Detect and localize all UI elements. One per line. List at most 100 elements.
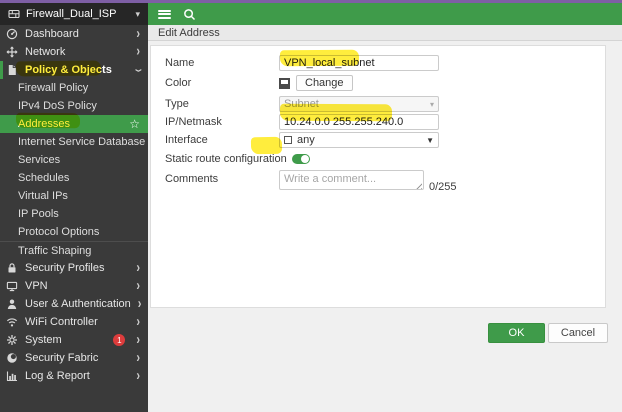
top-navbar (148, 3, 622, 25)
sidebar-subitem-label: Services (18, 154, 61, 166)
chevron-right-icon: › (136, 277, 140, 294)
ok-button[interactable]: OK (488, 323, 545, 343)
any-interface-icon (284, 136, 292, 144)
sidebar-item-label: WiFi Controller (25, 316, 98, 328)
sidebar-item-label: Dashboard (25, 28, 79, 40)
bar-chart-icon (6, 371, 17, 382)
comments-label: Comments (165, 173, 219, 185)
lock-icon (8, 263, 16, 273)
sidebar-item-network[interactable]: Network › (0, 43, 148, 61)
color-change-button[interactable]: Change (296, 75, 353, 91)
sidebar-subitem-ipv4-dos-policy[interactable]: IPv4 DoS Policy (0, 97, 148, 115)
gear-icon (7, 335, 17, 345)
sidebar-item-label: Network (25, 46, 66, 58)
sidebar-subitem-label: IPv4 DoS Policy (18, 100, 97, 112)
type-select: Subnet ▾ (279, 96, 439, 112)
interface-select[interactable]: any ▼ (279, 132, 439, 148)
sidebar-item-log-report[interactable]: Log & Report › (0, 367, 148, 385)
chevron-right-icon: › (136, 43, 140, 60)
sidebar-item-label: User & Authentication (25, 298, 131, 310)
sidebar-item-label: Policy & Objects (25, 64, 112, 76)
sidebar-item-label: System (25, 334, 62, 346)
fortigate-app-window: Firewall_Dual_ISP ▾ Dashboard › Network … (0, 0, 622, 412)
notification-badge: 1 (113, 334, 126, 346)
sidebar-item-wifi-controller[interactable]: WiFi Controller › (0, 313, 148, 331)
chevron-right-icon: › (137, 295, 142, 312)
sidebar-subitem-virtual-ips[interactable]: Virtual IPs (0, 187, 148, 205)
menu-icon[interactable] (158, 9, 171, 19)
sidebar-subitem-label: Virtual IPs (18, 190, 68, 202)
type-label: Type (165, 98, 189, 110)
user-icon (7, 299, 17, 309)
sidebar-subitem-ip-pools[interactable]: IP Pools (0, 205, 148, 223)
name-label: Name (165, 57, 195, 69)
chevron-down-icon: ▾ (429, 99, 434, 109)
sidebar-item-label: Security Profiles (25, 262, 105, 274)
document-icon (8, 65, 16, 75)
static-route-label: Static route configuration (165, 153, 287, 165)
fabric-icon (7, 353, 17, 363)
chevron-right-icon: › (136, 367, 140, 384)
edit-address-form: Name Color Change Type Subnet ▾ IP/ (150, 45, 606, 308)
type-value: Subnet (284, 98, 319, 110)
sidebar-subitem-internet-service-database[interactable]: Internet Service Database (0, 133, 148, 151)
sidebar-item-label: VPN (25, 280, 48, 292)
color-swatch-icon (279, 77, 290, 89)
breadcrumb: Edit Address (148, 25, 622, 41)
interface-label: Interface (165, 134, 208, 146)
sidebar-subitem-label: Firewall Policy (18, 82, 89, 94)
sidebar-item-security-profiles[interactable]: Security Profiles › (0, 259, 148, 277)
comments-counter: 0/255 (429, 181, 457, 193)
name-input[interactable] (279, 55, 439, 71)
sidebar-subitem-label: Traffic Shaping (18, 244, 92, 257)
sidebar-subitem-label: Schedules (18, 172, 70, 184)
sidebar-item-vpn[interactable]: VPN › (0, 277, 148, 295)
sidebar-item-dashboard[interactable]: Dashboard › (0, 25, 148, 43)
firewall-device-icon (8, 9, 20, 19)
content-area: Name Color Change Type Subnet ▾ IP/ (148, 41, 622, 412)
sidebar-subitem-firewall-policy[interactable]: Firewall Policy (0, 79, 148, 97)
vdom-selector[interactable]: Firewall_Dual_ISP ▾ (0, 3, 148, 25)
monitor-icon (6, 281, 18, 292)
sidebar-subitem-schedules[interactable]: Schedules (0, 169, 148, 187)
interface-value: any (297, 134, 315, 146)
vdom-label: Firewall_Dual_ISP (26, 8, 117, 20)
chevron-down-icon: › (131, 68, 147, 72)
star-outline-icon[interactable]: ☆ (129, 118, 140, 130)
wifi-icon (6, 318, 18, 327)
chevron-right-icon: › (136, 313, 140, 330)
sidebar-subitem-label: IP Pools (18, 208, 59, 220)
sidebar-item-security-fabric[interactable]: Security Fabric › (0, 349, 148, 367)
cancel-button[interactable]: Cancel (548, 323, 608, 343)
sidebar-item-policy-objects[interactable]: Policy & Objects › (0, 61, 148, 79)
gauge-icon (6, 28, 18, 40)
sidebar-subitem-addresses[interactable]: Addresses ☆ (0, 115, 148, 133)
sidebar-item-label: Log & Report (25, 370, 90, 382)
sidebar-subitem-label: Protocol Options (18, 226, 100, 238)
ip-netmask-label: IP/Netmask (165, 116, 222, 128)
comments-textarea[interactable] (279, 170, 424, 190)
sidebar-subitem-label: Addresses (18, 118, 70, 130)
chevron-right-icon: › (136, 25, 140, 42)
sidebar-subitem-services[interactable]: Services (0, 151, 148, 169)
page-title: Edit Address (158, 26, 220, 39)
network-arrows-icon (6, 46, 18, 58)
color-label: Color (165, 77, 192, 89)
sidebar-subitem-traffic-shaping[interactable]: Traffic Shaping (0, 241, 148, 259)
chevron-right-icon: › (136, 259, 140, 276)
chevron-right-icon: › (136, 331, 140, 348)
static-route-toggle[interactable] (291, 154, 310, 164)
sidebar-item-label: Security Fabric (25, 352, 99, 364)
sidebar-subitem-protocol-options[interactable]: Protocol Options (0, 223, 148, 241)
sidebar-subitem-label: Internet Service Database (18, 136, 146, 148)
sidebar-item-system[interactable]: System 1 › (0, 331, 148, 349)
sidebar-item-user-authentication[interactable]: User & Authentication › (0, 295, 148, 313)
ip-netmask-input[interactable] (279, 114, 439, 130)
search-icon[interactable] (183, 8, 196, 21)
sidebar: Firewall_Dual_ISP ▾ Dashboard › Network … (0, 3, 148, 412)
chevron-right-icon: › (136, 349, 140, 366)
chevron-down-icon: ▾ (135, 8, 140, 19)
main-area: Edit Address Name Color Change Type Subn… (148, 3, 622, 412)
chevron-down-icon: ▼ (426, 135, 434, 145)
form-actions: OK Cancel (488, 323, 608, 343)
